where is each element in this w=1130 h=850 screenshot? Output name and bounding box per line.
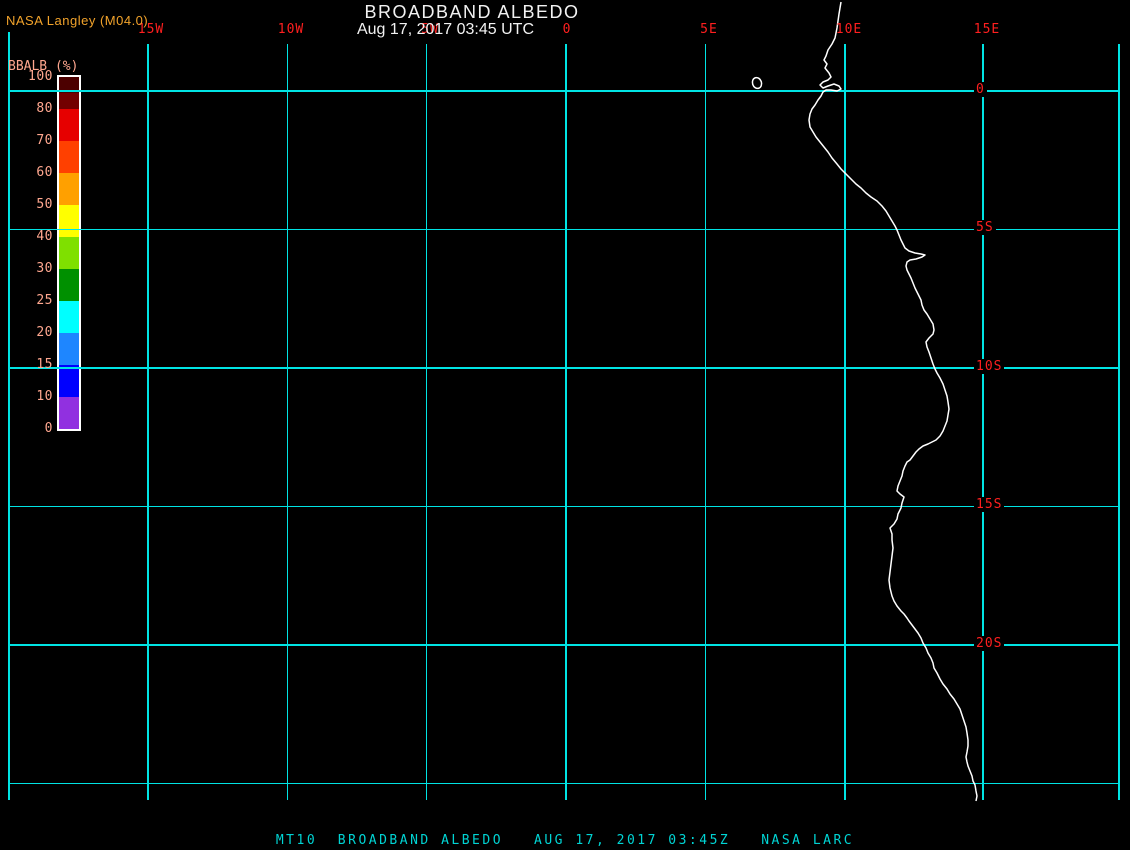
latitude-label: 10S	[974, 359, 1005, 374]
parallel-line	[8, 90, 1118, 92]
colorbar-tick-label: 100	[28, 69, 53, 84]
parallel-line	[8, 782, 1118, 784]
meridian-line	[286, 44, 288, 800]
island-outline	[751, 76, 763, 90]
parallel-line	[8, 505, 1118, 507]
colorbar-segment	[59, 173, 79, 205]
colorbar-segment	[59, 365, 79, 397]
colorbar-segment	[59, 397, 79, 429]
colorbar-tick-label: 80	[36, 101, 53, 116]
albedo-map-product: NASA Langley (M04.0) BROADBAND ALBEDO Au…	[0, 0, 1130, 850]
colorbar-segment	[59, 269, 79, 301]
colorbar-tick-label: 20	[36, 325, 53, 340]
colorbar-tick-label: 0	[44, 421, 53, 436]
page-title: BROADBAND ALBEDO	[364, 2, 580, 22]
meridian-line	[565, 44, 567, 800]
timestamp-label: Aug 17, 2017 03:45 UTC	[356, 21, 534, 38]
colorbar-tick-label: 40	[36, 229, 53, 244]
meridian-line	[425, 44, 427, 800]
meridian-line	[1118, 44, 1120, 800]
colorbar-tick-label: 25	[36, 293, 53, 308]
colorbar-segment	[59, 333, 79, 365]
colorbar-tick-label: 10	[36, 389, 53, 404]
longitude-label: 15E	[973, 22, 1001, 37]
footer-caption: MT10 BROADBAND ALBEDO AUG 17, 2017 03:45…	[275, 833, 855, 848]
colorbar-tick-label: 30	[36, 261, 53, 276]
latitude-label: 15S	[974, 497, 1005, 512]
parallel-line	[8, 367, 1118, 369]
meridian-line	[982, 44, 984, 800]
coastline-path	[808, 1, 978, 802]
meridian-line	[704, 44, 706, 800]
colorbar-tick-label: 15	[36, 357, 53, 372]
colorbar-tick-label: 70	[36, 133, 53, 148]
colorbar-tick-label: 60	[36, 165, 53, 180]
colorbar-segment	[59, 301, 79, 333]
colorbar	[57, 75, 81, 431]
colorbar-segment	[59, 237, 79, 269]
parallel-line	[8, 644, 1118, 646]
colorbar-tick-label: 50	[36, 197, 53, 212]
parallel-line	[8, 228, 1118, 230]
meridian-line	[147, 44, 149, 800]
latitude-label: 0	[974, 82, 987, 97]
colorbar-segment	[59, 205, 79, 237]
latitude-label: 20S	[974, 636, 1005, 651]
colorbar-segment	[59, 109, 79, 141]
meridian-line	[844, 44, 846, 800]
colorbar-segment	[59, 141, 79, 173]
colorbar-segment	[59, 93, 79, 109]
latitude-label: 5S	[974, 220, 996, 235]
